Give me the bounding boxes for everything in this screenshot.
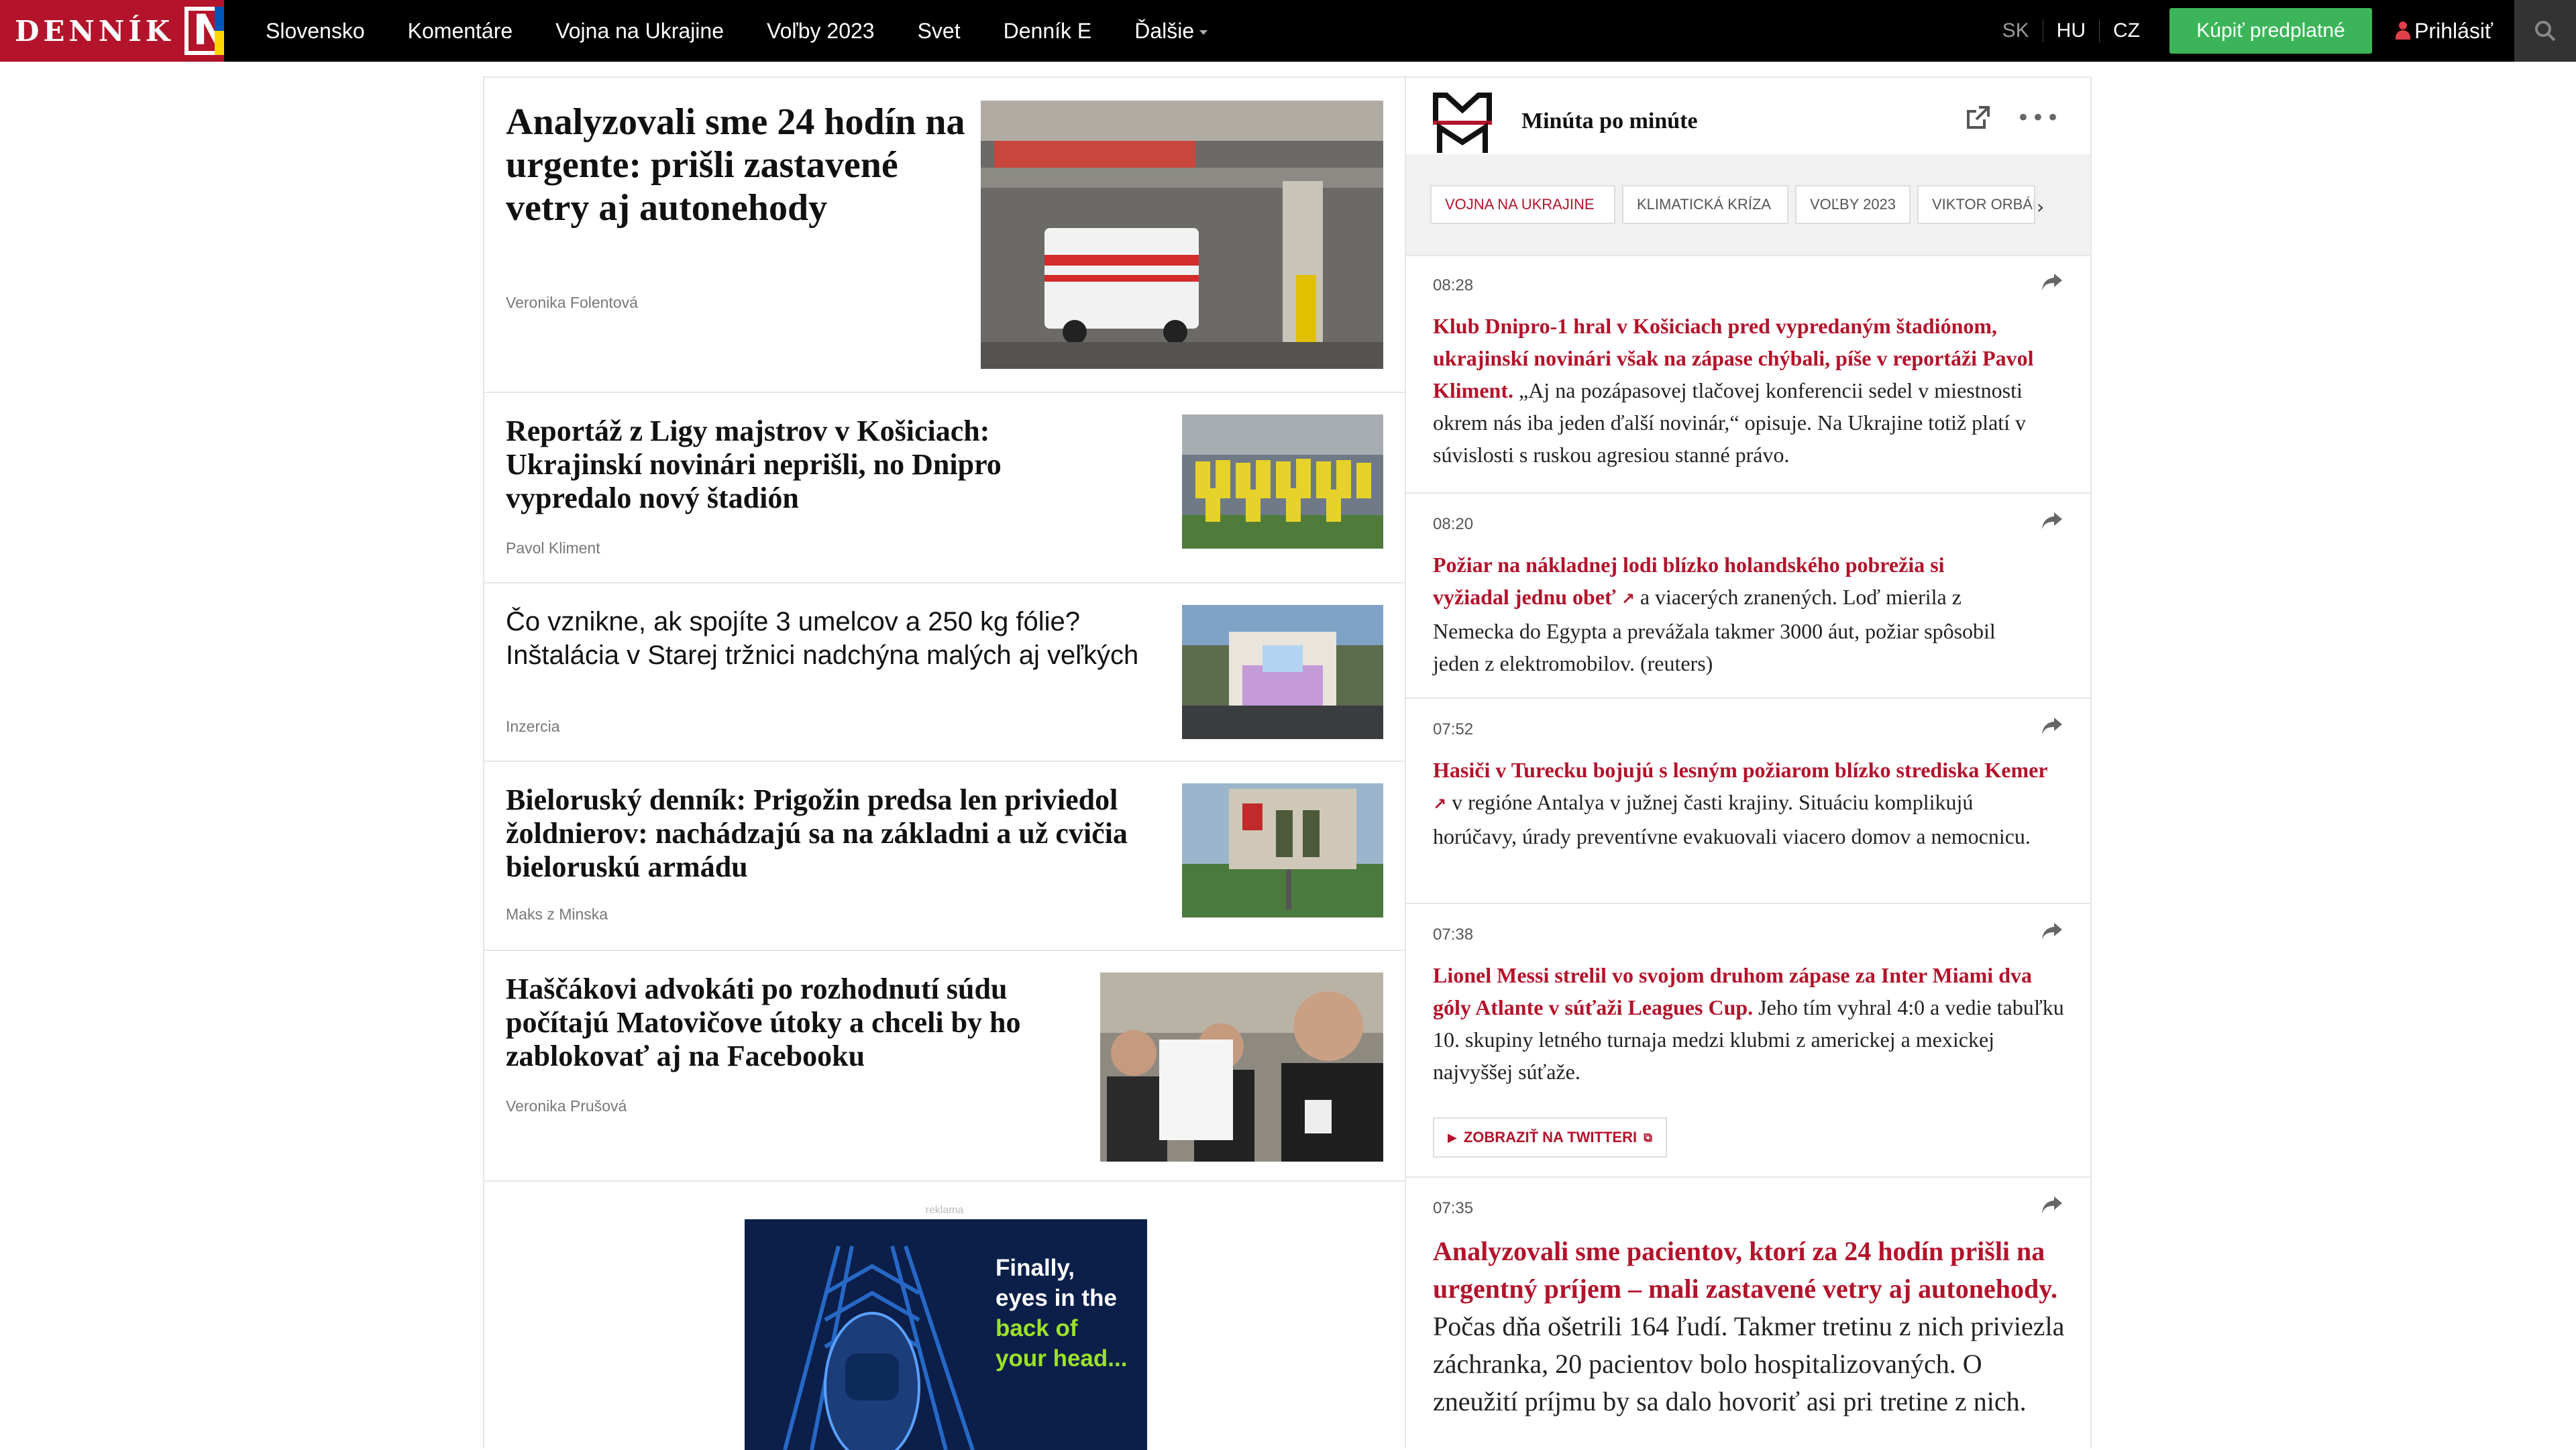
article-title[interactable]: Bieloruský denník: Prigožin predsa len p… (506, 783, 1163, 884)
nav-item-dennik-e[interactable]: Denník E (1004, 19, 1092, 44)
live-feed-actions: ••• (1964, 105, 2061, 131)
share-icon[interactable] (2041, 511, 2063, 531)
search-button[interactable] (2514, 0, 2576, 62)
article-card[interactable]: Reportáž z Ligy majstrov v Košiciach: Uk… (484, 393, 1405, 583)
tag-volby-2023[interactable]: Voľby 2023 (1795, 185, 1911, 224)
feed-post: 08:20 Požiar na nákladnej lodi blízko ho… (1406, 494, 2090, 699)
nav-item-vojna-na-ukrajine[interactable]: Vojna na Ukrajine (555, 19, 724, 44)
article-thumbnail[interactable] (1182, 605, 1383, 739)
post-time: 07:38 (1433, 926, 1474, 944)
topic-tag-bar: Vojna na Ukrajine Klimatická kríza Voľby… (1406, 154, 2090, 256)
article-author[interactable]: Veronika Folentová (506, 294, 638, 312)
live-feed: Minúta po minúte ••• Vojna na Ukrajine K… (1406, 76, 2092, 1449)
ad-label: reklama (925, 1205, 964, 1216)
feed-post: 08:28 Klub Dnipro-1 hral v Košiciach pre… (1406, 255, 2090, 494)
post-lead-link[interactable]: Hasiči v Turecku bojujú s lesným požiaro… (1433, 758, 2048, 782)
post-time: 08:28 (1433, 276, 1474, 294)
main-nav: Slovensko Komentáre Vojna na Ukrajine Vo… (266, 0, 1250, 62)
tag-vojna-na-ukrajine[interactable]: Vojna na Ukrajine (1430, 185, 1615, 224)
share-icon[interactable] (2041, 272, 2063, 292)
minuta-po-minute-logo (1433, 93, 1492, 153)
show-on-twitter-label: Zobraziť na Twitteri (1463, 1129, 1638, 1146)
nav-item-slovensko[interactable]: Slovensko (266, 19, 365, 44)
post-body: Lionel Messi strelil vo svojom druhom zá… (1433, 959, 2070, 1088)
feed-post: 07:38 Lionel Messi strelil vo svojom dru… (1406, 904, 2090, 1178)
post-body: Požiar na nákladnej lodi blízko holandsk… (1433, 549, 2010, 679)
article-title[interactable]: Reportáž z Ligy majstrov v Košiciach: Uk… (506, 414, 1083, 515)
post-time: 08:20 (1433, 515, 1474, 533)
article-card[interactable]: Haščákovi advokáti po rozhodnutí súdu po… (484, 951, 1405, 1182)
chevron-right-icon[interactable]: › (2037, 196, 2044, 218)
login-button[interactable]: Prihlásiť (2396, 0, 2493, 62)
live-feed-header: Minúta po minúte ••• (1406, 78, 2090, 154)
post-body: Hasiči v Turecku bojujú s lesným požiaro… (1433, 754, 2057, 852)
article-card[interactable]: Čo vznikne, ak spojíte 3 umelcov a 250 k… (484, 583, 1405, 762)
article-thumbnail[interactable] (1182, 414, 1383, 549)
post-text: „Aj na pozápasovej tlačovej konferencii … (1433, 378, 2027, 467)
login-label: Prihlásiť (2414, 18, 2493, 43)
nav-item-more-dropdown[interactable]: Ďalšie (1134, 19, 1208, 44)
article-title[interactable]: Analyzovali sme 24 hodín na urgente: pri… (506, 101, 975, 229)
article-thumbnail[interactable] (981, 101, 1383, 369)
ad-copy: Finally, eyes in the back of your head..… (996, 1253, 1147, 1374)
post-time: 07:52 (1433, 720, 1474, 738)
share-icon[interactable] (2041, 922, 2063, 942)
top-navigation: DENNÍK N Slovensko Komentáre Vojna na Uk… (0, 0, 2576, 62)
logo-text: DENNÍK (15, 14, 174, 48)
article-author[interactable]: Pavol Kliment (506, 539, 600, 557)
post-lead-link[interactable]: Analyzovali sme pacientov, ktorí za 24 h… (1433, 1236, 2057, 1304)
nav-item-volby-2023[interactable]: Voľby 2023 (767, 19, 875, 44)
nav-item-komentare[interactable]: Komentáre (408, 19, 513, 44)
external-link-icon: ⧉ (1644, 1130, 1652, 1145)
article-title[interactable]: Haščákovi advokáti po rozhodnutí súdu po… (506, 972, 1083, 1073)
article-author[interactable]: Veronika Prušová (506, 1097, 627, 1115)
search-icon (2535, 21, 2556, 42)
post-time: 07:35 (1433, 1199, 1474, 1217)
lang-sk[interactable]: SK (1989, 19, 2043, 42)
lang-hu[interactable]: HU (2042, 19, 2099, 42)
share-icon[interactable] (2041, 1195, 2063, 1215)
feed-post: 07:35 Analyzovali sme pacientov, ktorí z… (1406, 1178, 2090, 1450)
dennik-n-logo[interactable]: DENNÍK N (0, 0, 227, 62)
article-card[interactable]: Analyzovali sme 24 hodín na urgente: pri… (484, 78, 1405, 393)
feed-post: 07:52 Hasiči v Turecku bojujú s lesným p… (1406, 699, 2090, 904)
lang-cz[interactable]: CZ (2099, 19, 2153, 42)
open-external-icon[interactable] (1964, 105, 1991, 131)
post-body: Klub Dnipro-1 hral v Košiciach pred vypr… (1433, 310, 2070, 471)
logo-n-mark: N (184, 7, 227, 55)
article-list: Analyzovali sme 24 hodín na urgente: pri… (483, 76, 1406, 1450)
article-author[interactable]: Inzercia (506, 718, 560, 736)
buy-subscription-button[interactable]: Kúpiť predplatné (2169, 8, 2372, 54)
ad-line: eyes in the (996, 1285, 1117, 1311)
language-switcher: SK HU CZ (1989, 0, 2153, 62)
ukraine-flag-stripe (215, 7, 224, 55)
nav-item-svet[interactable]: Svet (918, 19, 961, 44)
share-icon[interactable] (2041, 716, 2063, 736)
user-icon (2396, 21, 2411, 40)
post-body: Analyzovali sme pacientov, ktorí za 24 h… (1433, 1233, 2070, 1420)
external-link-icon: ↗ (1621, 590, 1635, 608)
show-on-twitter-button[interactable]: ▶ Zobraziť na Twitteri ⧉ (1433, 1117, 1667, 1158)
ad-line-highlight: back of (996, 1315, 1078, 1341)
tag-viktor-orban[interactable]: Viktor Orbán (1917, 185, 2035, 224)
play-icon: ▶ (1448, 1130, 1457, 1145)
ad-line: Finally, (996, 1255, 1075, 1281)
article-thumbnail[interactable] (1182, 783, 1383, 917)
article-title[interactable]: Čo vznikne, ak spojíte 3 umelcov a 250 k… (506, 605, 1150, 672)
external-link-icon: ↗ (1433, 795, 1447, 814)
article-author[interactable]: Maks z Minska (506, 905, 608, 924)
article-thumbnail[interactable] (1100, 972, 1383, 1162)
tag-klimaticka-kriza[interactable]: Klimatická kríza (1622, 185, 1788, 224)
live-feed-title: Minúta po minúte (1521, 109, 1698, 133)
post-text: v regióne Antalya v južnej časti krajiny… (1433, 790, 2031, 848)
ad-banner[interactable]: Finally, eyes in the back of your head..… (745, 1219, 1147, 1450)
more-options-icon[interactable]: ••• (2017, 105, 2061, 131)
article-card[interactable]: Bieloruský denník: Prigožin predsa len p… (484, 762, 1405, 951)
post-text: Počas dňa ošetrili 164 ľudí. Takmer tret… (1433, 1311, 2065, 1416)
ad-line-highlight: your head... (996, 1345, 1128, 1372)
